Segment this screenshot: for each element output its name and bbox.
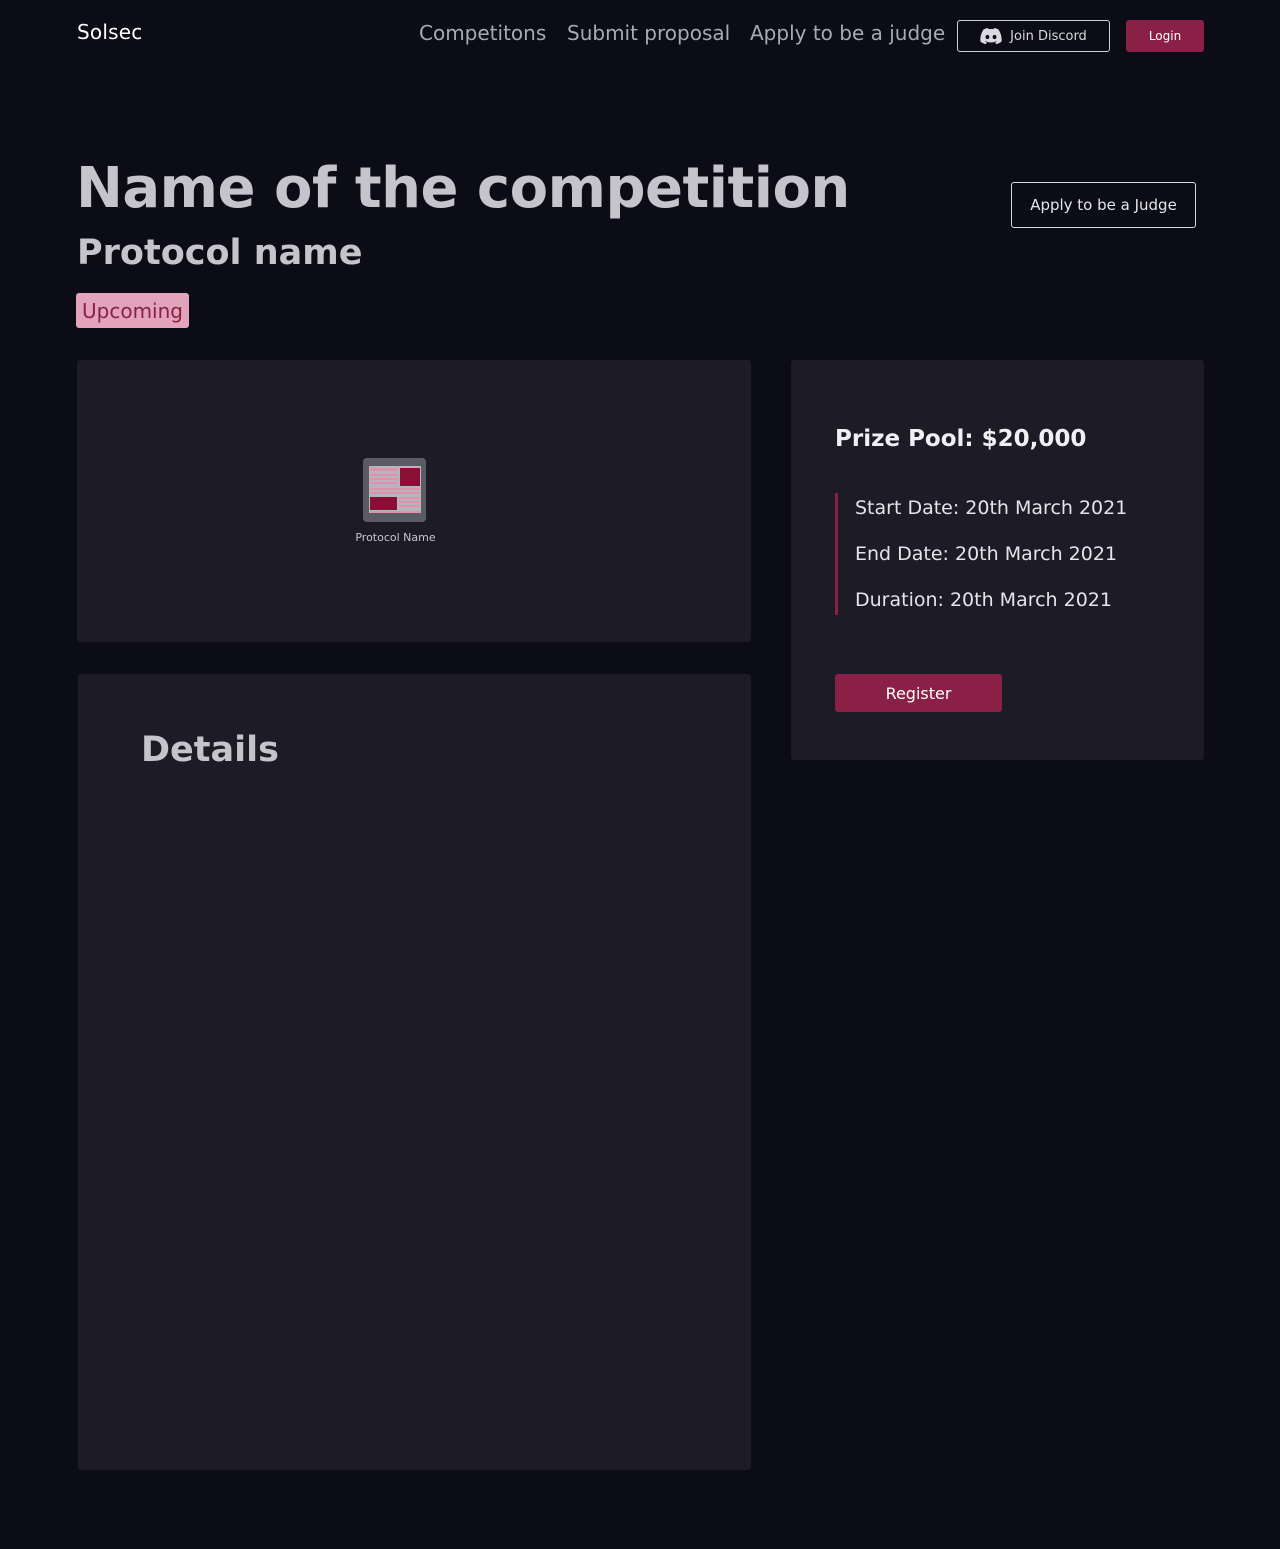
nav-submit-proposal[interactable]: Submit proposal bbox=[567, 21, 730, 45]
status-badge: Upcoming bbox=[76, 293, 189, 328]
page: Solsec Competitons Submit proposal Apply… bbox=[0, 0, 1280, 1549]
apply-judge-button[interactable]: Apply to be a Judge bbox=[1011, 182, 1196, 228]
join-discord-button[interactable]: Join Discord bbox=[957, 20, 1110, 52]
details-title: Details bbox=[141, 730, 279, 770]
site-logo[interactable]: Solsec bbox=[77, 20, 142, 44]
protocol-banner-card: Protocol Name bbox=[77, 360, 751, 642]
start-date: Start Date: 20th March 2021 bbox=[855, 497, 1128, 519]
end-date: End Date: 20th March 2021 bbox=[855, 543, 1118, 565]
join-discord-label: Join Discord bbox=[1010, 28, 1087, 44]
dates-block: Start Date: 20th March 2021 End Date: 20… bbox=[835, 493, 1175, 615]
discord-icon bbox=[980, 28, 1002, 44]
nav-competitions[interactable]: Competitons bbox=[419, 21, 546, 45]
protocol-logo-icon bbox=[363, 458, 426, 522]
protocol-logo-label: Protocol Name bbox=[355, 531, 436, 544]
register-button[interactable]: Register bbox=[835, 674, 1002, 712]
protocol-name: Protocol name bbox=[77, 233, 363, 273]
competition-info-card: Prize Pool: $20,000 Start Date: 20th Mar… bbox=[791, 360, 1204, 760]
login-button[interactable]: Login bbox=[1126, 20, 1204, 52]
details-card: Details bbox=[78, 674, 751, 1470]
nav-apply-judge[interactable]: Apply to be a judge bbox=[750, 21, 945, 45]
duration: Duration: 20th March 2021 bbox=[855, 589, 1112, 611]
competition-title: Name of the competition bbox=[76, 156, 850, 221]
prize-pool: Prize Pool: $20,000 bbox=[835, 426, 1087, 452]
